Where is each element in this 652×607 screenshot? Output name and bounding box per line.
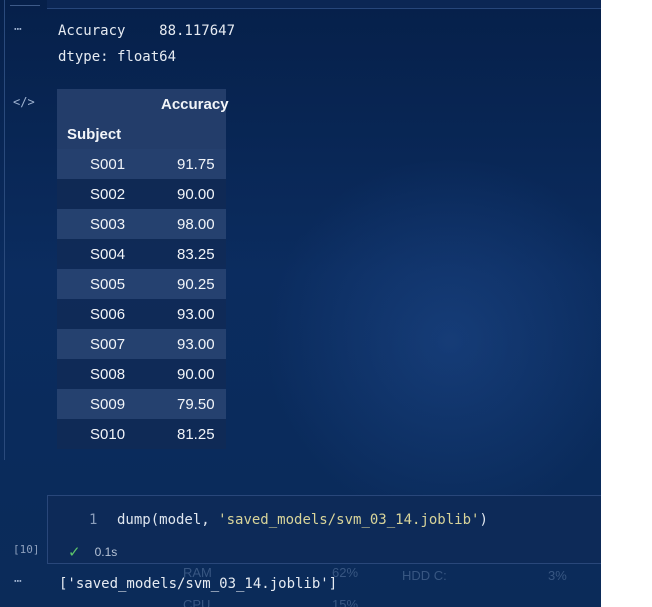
table-row: S005 90.25 [57, 269, 226, 299]
accuracy-cell: 90.25 [177, 275, 215, 293]
accuracy-cell: 79.50 [177, 395, 215, 413]
wallpaper-glow [260, 160, 601, 520]
subject-cell: S003 [90, 215, 126, 233]
subject-cell: S002 [90, 185, 126, 203]
wallpaper-hdd-label: HDD C: [402, 568, 447, 583]
table-row: S003 98.00 [57, 209, 226, 239]
success-check-icon: ✓ [68, 544, 81, 561]
index-name-subject: Subject [67, 125, 122, 143]
gutter-divider [4, 0, 5, 460]
code-view-icon[interactable]: </> [13, 95, 35, 109]
code-close-paren: ) [479, 512, 488, 528]
subject-cell: S001 [90, 155, 126, 173]
dataframe-index-header-row: Subject [57, 119, 226, 149]
code-editor-line[interactable]: dump(model, 'saved_models/svm_03_14.jobl… [117, 512, 488, 528]
table-row: S002 90.00 [57, 179, 226, 209]
table-row: S010 81.25 [57, 419, 226, 449]
accuracy-cell: 93.00 [177, 305, 215, 323]
accuracy-cell: 93.00 [177, 335, 215, 353]
more-actions-icon-output[interactable]: ⋯ [14, 574, 22, 589]
table-row: S008 90.00 [57, 359, 226, 389]
accuracy-cell: 83.25 [177, 245, 215, 263]
accuracy-cell: 90.00 [177, 365, 215, 383]
code-cell[interactable]: 1 dump(model, 'saved_models/svm_03_14.jo… [47, 495, 601, 564]
table-row: S006 93.00 [57, 299, 226, 329]
subject-cell: S007 [90, 335, 126, 353]
line-number: 1 [89, 512, 98, 528]
execution-time: 0.1s [94, 545, 118, 559]
subject-cell: S010 [90, 425, 126, 443]
dataframe-column-header-row: Accuracy [57, 89, 229, 119]
more-actions-icon[interactable]: ⋯ [14, 22, 22, 37]
subject-cell: S005 [90, 275, 126, 293]
table-row: S007 93.00 [57, 329, 226, 359]
cell-output-result: ['saved_models/svm_03_14.joblib'] [59, 576, 338, 592]
code-string-literal: 'saved_models/svm_03_14.joblib' [218, 512, 480, 528]
wallpaper-cpu-value: 15% [332, 597, 359, 607]
series-output-line: Accuracy 88.117647 [58, 23, 236, 39]
subject-cell: S004 [90, 245, 126, 263]
table-row: S001 91.75 [57, 149, 226, 179]
subject-cell: S006 [90, 305, 126, 323]
code-call: dump(model, [117, 512, 219, 528]
accuracy-cell: 81.25 [177, 425, 215, 443]
accuracy-cell: 91.75 [177, 155, 215, 173]
wallpaper-hdd-value: 3% [548, 568, 567, 583]
cell-run-status: ✓ 0.1s [68, 543, 117, 561]
table-row: S004 83.25 [57, 239, 226, 269]
table-row: S009 79.50 [57, 389, 226, 419]
execution-count: [10] [13, 543, 40, 556]
accuracy-dataframe: Accuracy Subject S001 91.75 S002 90.00 S00… [57, 89, 229, 449]
column-header-accuracy: Accuracy [161, 95, 229, 113]
top-cut-off-gutter [10, 0, 40, 6]
subject-cell: S008 [90, 365, 126, 383]
accuracy-cell: 98.00 [177, 215, 215, 233]
dataframe-body: S001 91.75 S002 90.00 S003 98.00 S004 83.25 … [57, 149, 226, 449]
accuracy-cell: 90.00 [177, 185, 215, 203]
notebook-background: ⋯ </> ⋯ Accuracy 88.117647 dtype: float6… [0, 0, 601, 607]
subject-cell: S009 [90, 395, 126, 413]
series-dtype-line: dtype: float64 [58, 49, 177, 65]
previous-cell-edge [47, 0, 601, 9]
wallpaper-cpu-label: CPU [183, 597, 211, 607]
